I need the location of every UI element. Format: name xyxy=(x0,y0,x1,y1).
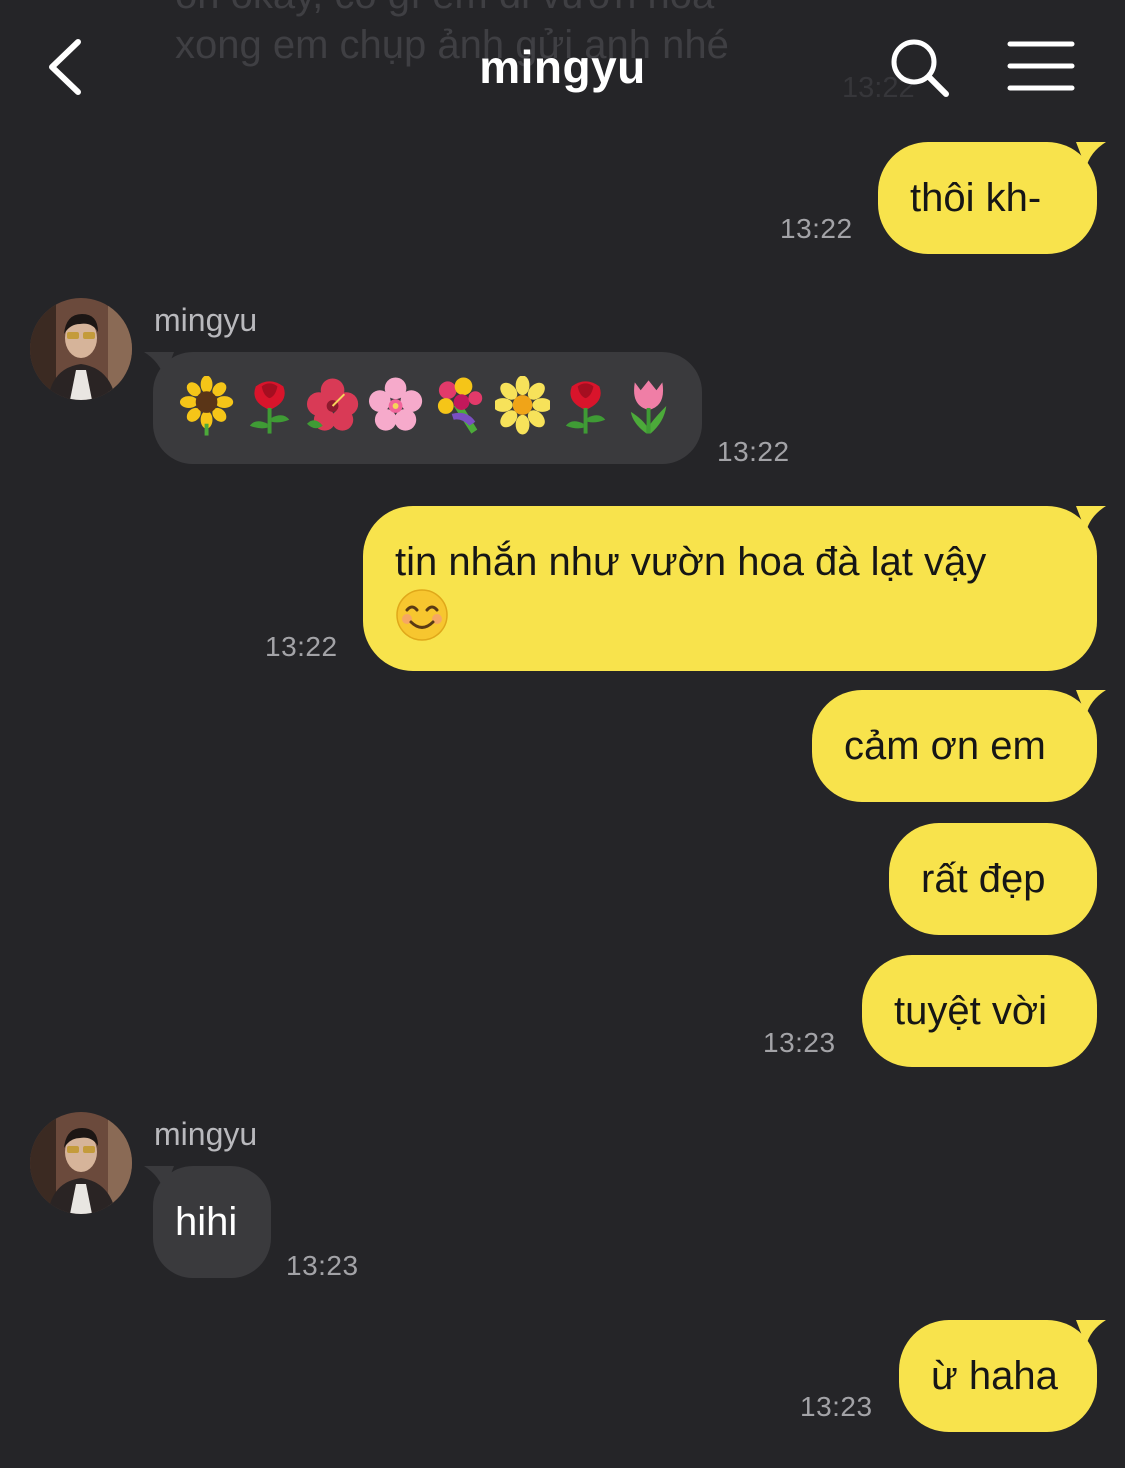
message-text: cảm ơn em xyxy=(844,724,1046,768)
message-time: 13:22 xyxy=(265,631,338,662)
bubble-tail xyxy=(1076,690,1106,716)
outgoing-message[interactable]: cảm ơn em xyxy=(812,690,1106,802)
avatar-photo xyxy=(30,1112,132,1214)
incoming-message[interactable] xyxy=(144,352,702,464)
emoji-row xyxy=(179,376,676,436)
menu-button[interactable] xyxy=(1006,38,1076,94)
chat-title: mingyu xyxy=(479,41,646,93)
hamburger-menu-icon xyxy=(1007,41,1075,91)
avatar[interactable] xyxy=(30,1112,132,1214)
bouquet-icon xyxy=(437,377,482,434)
bubble-tail xyxy=(1076,142,1106,168)
message-time: 13:22 xyxy=(717,436,790,467)
outgoing-message[interactable]: rất đẹp xyxy=(889,823,1097,935)
bubble-tail xyxy=(1076,506,1106,532)
message-time: 13:23 xyxy=(286,1250,359,1281)
outgoing-message[interactable]: tuyệt vời xyxy=(862,955,1097,1067)
sunflower-icon xyxy=(179,376,234,436)
outgoing-message[interactable]: ừ haha xyxy=(899,1320,1106,1432)
hibiscus-icon xyxy=(307,378,359,431)
sender-name: mingyu xyxy=(154,302,258,338)
message-text: tuyệt vời xyxy=(894,989,1047,1033)
smiling-face-icon xyxy=(396,589,448,641)
message-text: hihi xyxy=(175,1200,238,1244)
search-icon xyxy=(891,39,949,97)
message-text: rất đẹp xyxy=(921,857,1046,901)
message-time: 13:23 xyxy=(763,1027,836,1058)
blossom-icon xyxy=(494,376,550,435)
bubble-tail xyxy=(144,352,174,378)
bubble-tail xyxy=(1076,1320,1106,1346)
outgoing-message[interactable]: tin nhắn như vườn hoa đà lạt vậy xyxy=(363,506,1106,671)
search-button[interactable] xyxy=(888,36,952,100)
bubble-tail xyxy=(144,1166,174,1192)
outgoing-message[interactable]: thôi kh- xyxy=(878,142,1106,254)
message-text: ừ haha xyxy=(931,1354,1058,1398)
message-time: 13:23 xyxy=(800,1391,873,1422)
message-time: 13:22 xyxy=(780,213,853,244)
rose-icon xyxy=(565,381,605,434)
rose-icon xyxy=(250,381,290,434)
incoming-message[interactable]: hihi xyxy=(144,1166,271,1278)
chat-header: mingyu xyxy=(0,0,1125,132)
avatar-photo xyxy=(30,298,132,400)
avatar[interactable] xyxy=(30,298,132,400)
tulip-icon xyxy=(630,380,667,434)
message-text: thôi kh- xyxy=(910,176,1042,220)
cherry-blossom-icon xyxy=(369,377,423,431)
message-text: tin nhắn như vườn hoa đà lạt vậy xyxy=(395,540,987,584)
sender-name: mingyu xyxy=(154,1116,258,1152)
